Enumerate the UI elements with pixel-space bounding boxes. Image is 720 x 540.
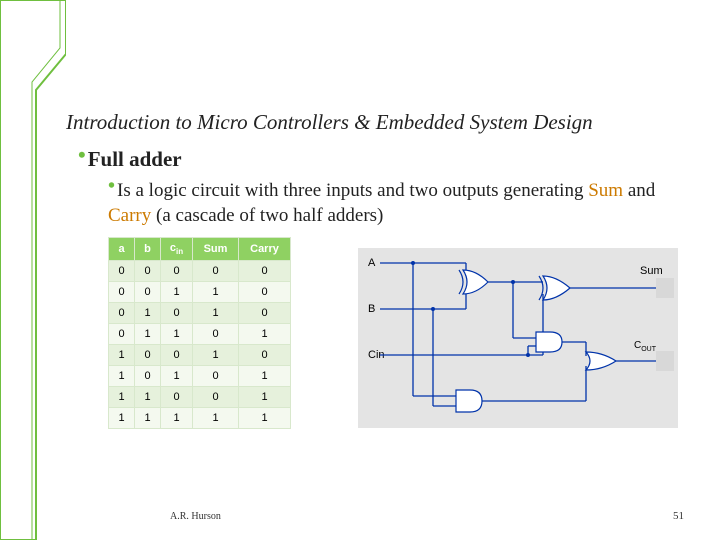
label-input-a: A [368, 257, 376, 269]
label-input-b: B [368, 303, 375, 315]
table-row: 01010 [109, 303, 291, 324]
and-gate-2 [536, 332, 562, 352]
table-row: 00000 [109, 261, 291, 282]
table-row: 11001 [109, 387, 291, 408]
full-adder-diagram: A B Cin Sum C [358, 248, 678, 428]
bullet-dot-icon: • [78, 142, 86, 167]
label-input-cin: Cin [368, 349, 385, 361]
table-row: 10101 [109, 366, 291, 387]
th-b: b [135, 238, 161, 261]
bullet-dot-icon: • [108, 175, 115, 197]
table-row: 00110 [109, 282, 291, 303]
bullet-level-1: •Full adder [78, 146, 182, 172]
accent-frame [0, 0, 66, 540]
or-gate [586, 352, 616, 370]
table-row: 10010 [109, 345, 291, 366]
th-carry: Carry [239, 238, 291, 261]
table-row: 01101 [109, 324, 291, 345]
label-output-cout: COUT [634, 340, 657, 353]
carry-keyword: Carry [108, 205, 151, 226]
th-cin: cin [161, 238, 193, 261]
table-row: 11111 [109, 408, 291, 429]
truth-table: a b cin Sum Carry 0000000110010100110110… [108, 237, 291, 429]
xor-gate-2 [539, 276, 570, 300]
slide-title: Introduction to Micro Controllers & Embe… [66, 110, 593, 135]
th-sum: Sum [193, 238, 239, 261]
footer-page-number: 51 [673, 510, 684, 522]
footer-author: A.R. Hurson [170, 511, 221, 522]
xor-gate-1 [459, 270, 488, 294]
th-a: a [109, 238, 135, 261]
bullet-level-2: •Is a logic circuit with three inputs an… [108, 178, 668, 228]
and-gate-1 [456, 390, 482, 412]
label-output-sum: Sum [640, 265, 663, 277]
sum-keyword: Sum [588, 180, 623, 201]
